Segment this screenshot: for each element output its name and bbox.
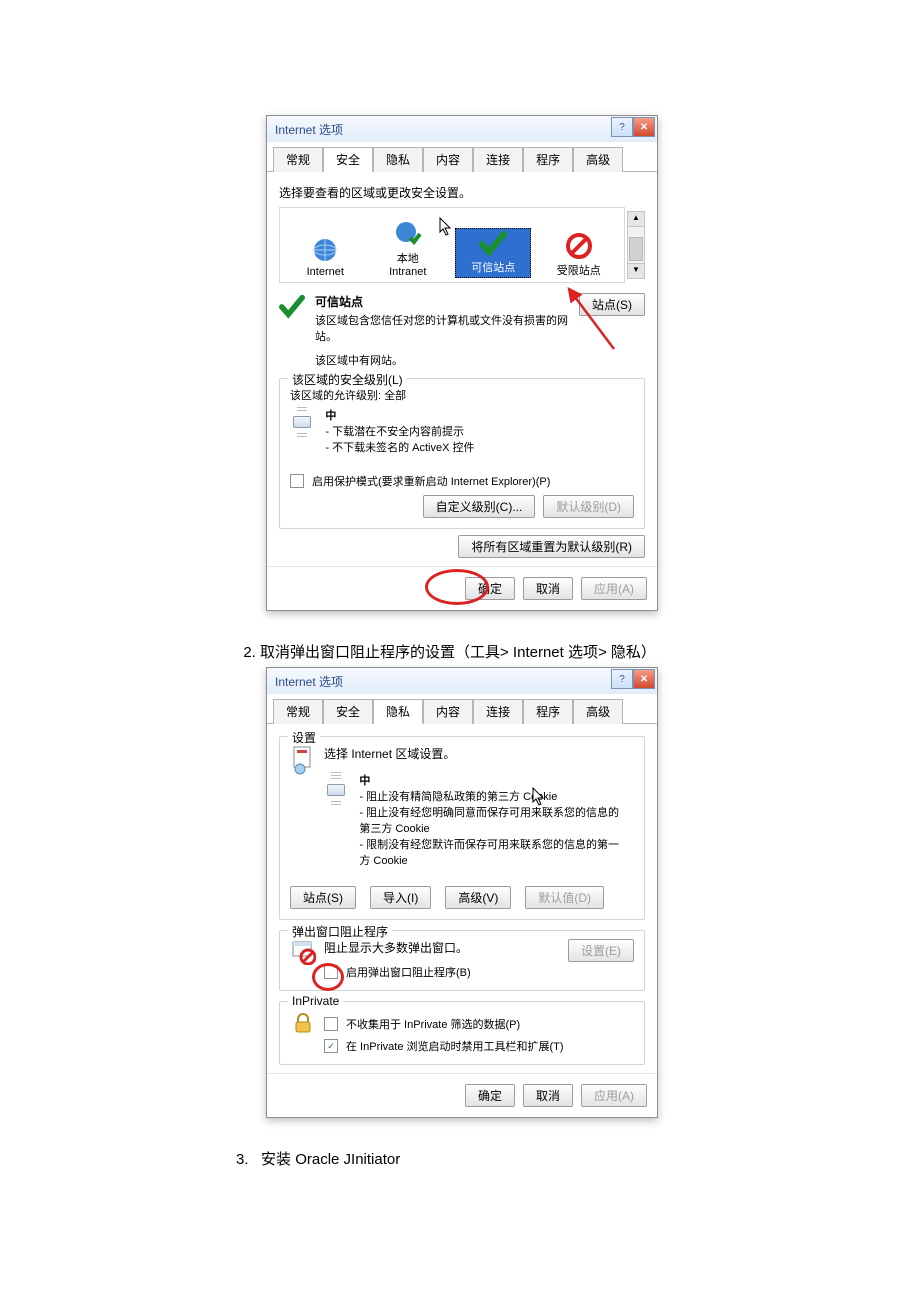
tab-programs[interactable]: 程序 [523,699,573,724]
step-3-text: 安装 Oracle JInitiator [261,1151,400,1168]
cancel-button[interactable]: 取消 [523,577,573,600]
reset-all-button[interactable]: 将所有区域重置为默认级别(R) [458,535,645,558]
tab-connections[interactable]: 连接 [473,699,523,724]
lock-icon [290,1010,316,1036]
step-3-number: 3. [236,1151,249,1168]
tab-general[interactable]: 常规 [273,699,323,724]
level-desc-1: - 下载潜在不安全内容前提示 [325,423,474,439]
inprivate-disable-checkbox[interactable]: ✓ [324,1039,338,1053]
dialog-title: Internet 选项 [275,673,343,690]
tabstrip: 常规 安全 隐私 内容 连接 程序 高级 [267,694,657,724]
tab-privacy[interactable]: 隐私 [373,147,423,172]
privacy-default-button[interactable]: 默认值(D) [525,886,604,909]
privacy-slider[interactable] [324,772,348,805]
default-level-button[interactable]: 默认级别(D) [543,495,634,518]
zone-internet[interactable]: Internet [290,236,360,278]
help-button[interactable]: ? [611,117,633,137]
titlebar: Internet 选项 ? ✕ [267,668,657,694]
inprivate-legend: InPrivate [288,994,343,1008]
zone-restricted[interactable]: 受限站点 [544,232,614,278]
privacy-desc-3: - 限制没有经您默许而保存可用来联系您的信息的第一方 Cookie [359,836,619,868]
tab-security[interactable]: 安全 [323,147,373,172]
tab-content[interactable]: 内容 [423,699,473,724]
tabstrip: 常规 安全 隐私 内容 连接 程序 高级 [267,142,657,172]
step-2-text: 取消弹出窗口阻止程序的设置（工具> Internet 选项> 隐私） [260,644,656,661]
privacy-report-icon [290,745,316,775]
popup-blocker-group: 弹出窗口阻止程序 阻止显示大多数弹出窗口。 启用弹出窗口阻止程序(B) 设置(E… [279,930,645,991]
privacy-import-button[interactable]: 导入(I) [370,886,431,909]
cancel-button[interactable]: 取消 [523,1084,573,1107]
inprivate-nocollect-checkbox[interactable] [324,1017,338,1031]
tab-advanced[interactable]: 高级 [573,699,623,724]
help-button[interactable]: ? [611,669,633,689]
blocked-icon [565,232,593,260]
tab-privacy[interactable]: 隐私 [373,699,423,724]
red-arrow-annotation [559,284,619,354]
red-circle-annotation [425,569,489,605]
level-desc-2: - 不下载未签名的 ActiveX 控件 [325,439,474,455]
group-legend: 该区域的安全级别(L) [288,371,407,388]
popup-settings-button[interactable]: 设置(E) [568,939,634,962]
tab-connections[interactable]: 连接 [473,147,523,172]
privacy-desc-1: - 阻止没有精简隐私政策的第三方 Cookie [359,788,619,804]
scroll-down-icon[interactable]: ▼ [628,263,644,278]
trusted-status: 该区域中有网站。 [315,352,569,368]
globe-icon [311,236,339,264]
check-icon [479,229,507,257]
titlebar: Internet 选项 ? ✕ [267,116,657,142]
globe-check-icon [394,220,422,248]
trusted-desc: 该区域包含您信任对您的计算机或文件没有损害的网站。 [315,312,569,344]
security-level-group: 该区域的安全级别(L) 该区域的允许级别: 全部 中 - 下载潜在不安全内容前提… [279,378,645,529]
tab-general[interactable]: 常规 [273,147,323,172]
trusted-heading: 可信站点 [315,295,363,309]
apply-button[interactable]: 应用(A) [581,1084,647,1107]
check-icon [279,293,305,319]
zone-prompt: 选择要查看的区域或更改安全设置。 [279,184,645,201]
tab-security[interactable]: 安全 [323,699,373,724]
scroll-up-icon[interactable]: ▲ [628,212,644,227]
internet-options-privacy-dialog: Internet 选项 ? ✕ 常规 安全 隐私 内容 连接 程序 高级 设置 [266,667,658,1118]
apply-button[interactable]: 应用(A) [581,577,647,600]
zone-label: 受限站点 [557,262,601,278]
privacy-desc-2: - 阻止没有经您明确同意而保存可用来联系您的信息的第三方 Cookie [359,804,619,836]
popup-desc: 阻止显示大多数弹出窗口。 [324,939,560,956]
tab-advanced[interactable]: 高级 [573,147,623,172]
protected-mode-label: 启用保护模式(要求重新启动 Internet Explorer)(P) [312,473,550,489]
privacy-sites-button[interactable]: 站点(S) [290,886,356,909]
close-button[interactable]: ✕ [633,117,655,137]
settings-legend: 设置 [288,729,320,746]
inprivate-disable-label: 在 InPrivate 浏览启动时禁用工具栏和扩展(T) [346,1038,564,1054]
popup-legend: 弹出窗口阻止程序 [288,923,392,940]
zone-label: Internet [307,266,344,278]
internet-options-security-dialog: Internet 选项 ? ✕ 常规 安全 隐私 内容 连接 程序 高级 选择要… [266,115,658,611]
custom-level-button[interactable]: 自定义级别(C)... [423,495,536,518]
inprivate-nocollect-label: 不收集用于 InPrivate 筛选的数据(P) [346,1016,520,1032]
inprivate-group: InPrivate 不收集用于 InPrivate 筛选的数据(P) ✓ 在 I… [279,1001,645,1065]
settings-prompt: 选择 Internet 区域设置。 [324,745,634,762]
permit-levels: 该区域的允许级别: 全部 [290,387,634,403]
popup-block-icon [290,939,316,965]
scroll-thumb[interactable] [629,237,643,261]
tab-programs[interactable]: 程序 [523,147,573,172]
security-slider[interactable] [290,407,314,437]
level-value: 中 [359,775,370,787]
red-circle-annotation [312,963,344,991]
zone-intranet[interactable]: 本地 Intranet [373,220,443,278]
zones-scrollbar[interactable]: ▲ ▼ [627,211,645,279]
zone-trusted[interactable]: 可信站点 [455,228,531,278]
privacy-advanced-button[interactable]: 高级(V) [445,886,511,909]
tab-content[interactable]: 内容 [423,147,473,172]
cursor-icon [439,217,455,237]
level-value: 中 [325,410,336,422]
zone-label: 可信站点 [471,259,515,275]
popup-enable-label: 启用弹出窗口阻止程序(B) [346,964,471,980]
close-button[interactable]: ✕ [633,669,655,689]
ok-button[interactable]: 确定 [465,1084,515,1107]
protected-mode-checkbox[interactable] [290,474,304,488]
zone-label: 本地 Intranet [389,250,426,278]
cursor-icon [532,787,548,807]
dialog-title: Internet 选项 [275,121,343,138]
